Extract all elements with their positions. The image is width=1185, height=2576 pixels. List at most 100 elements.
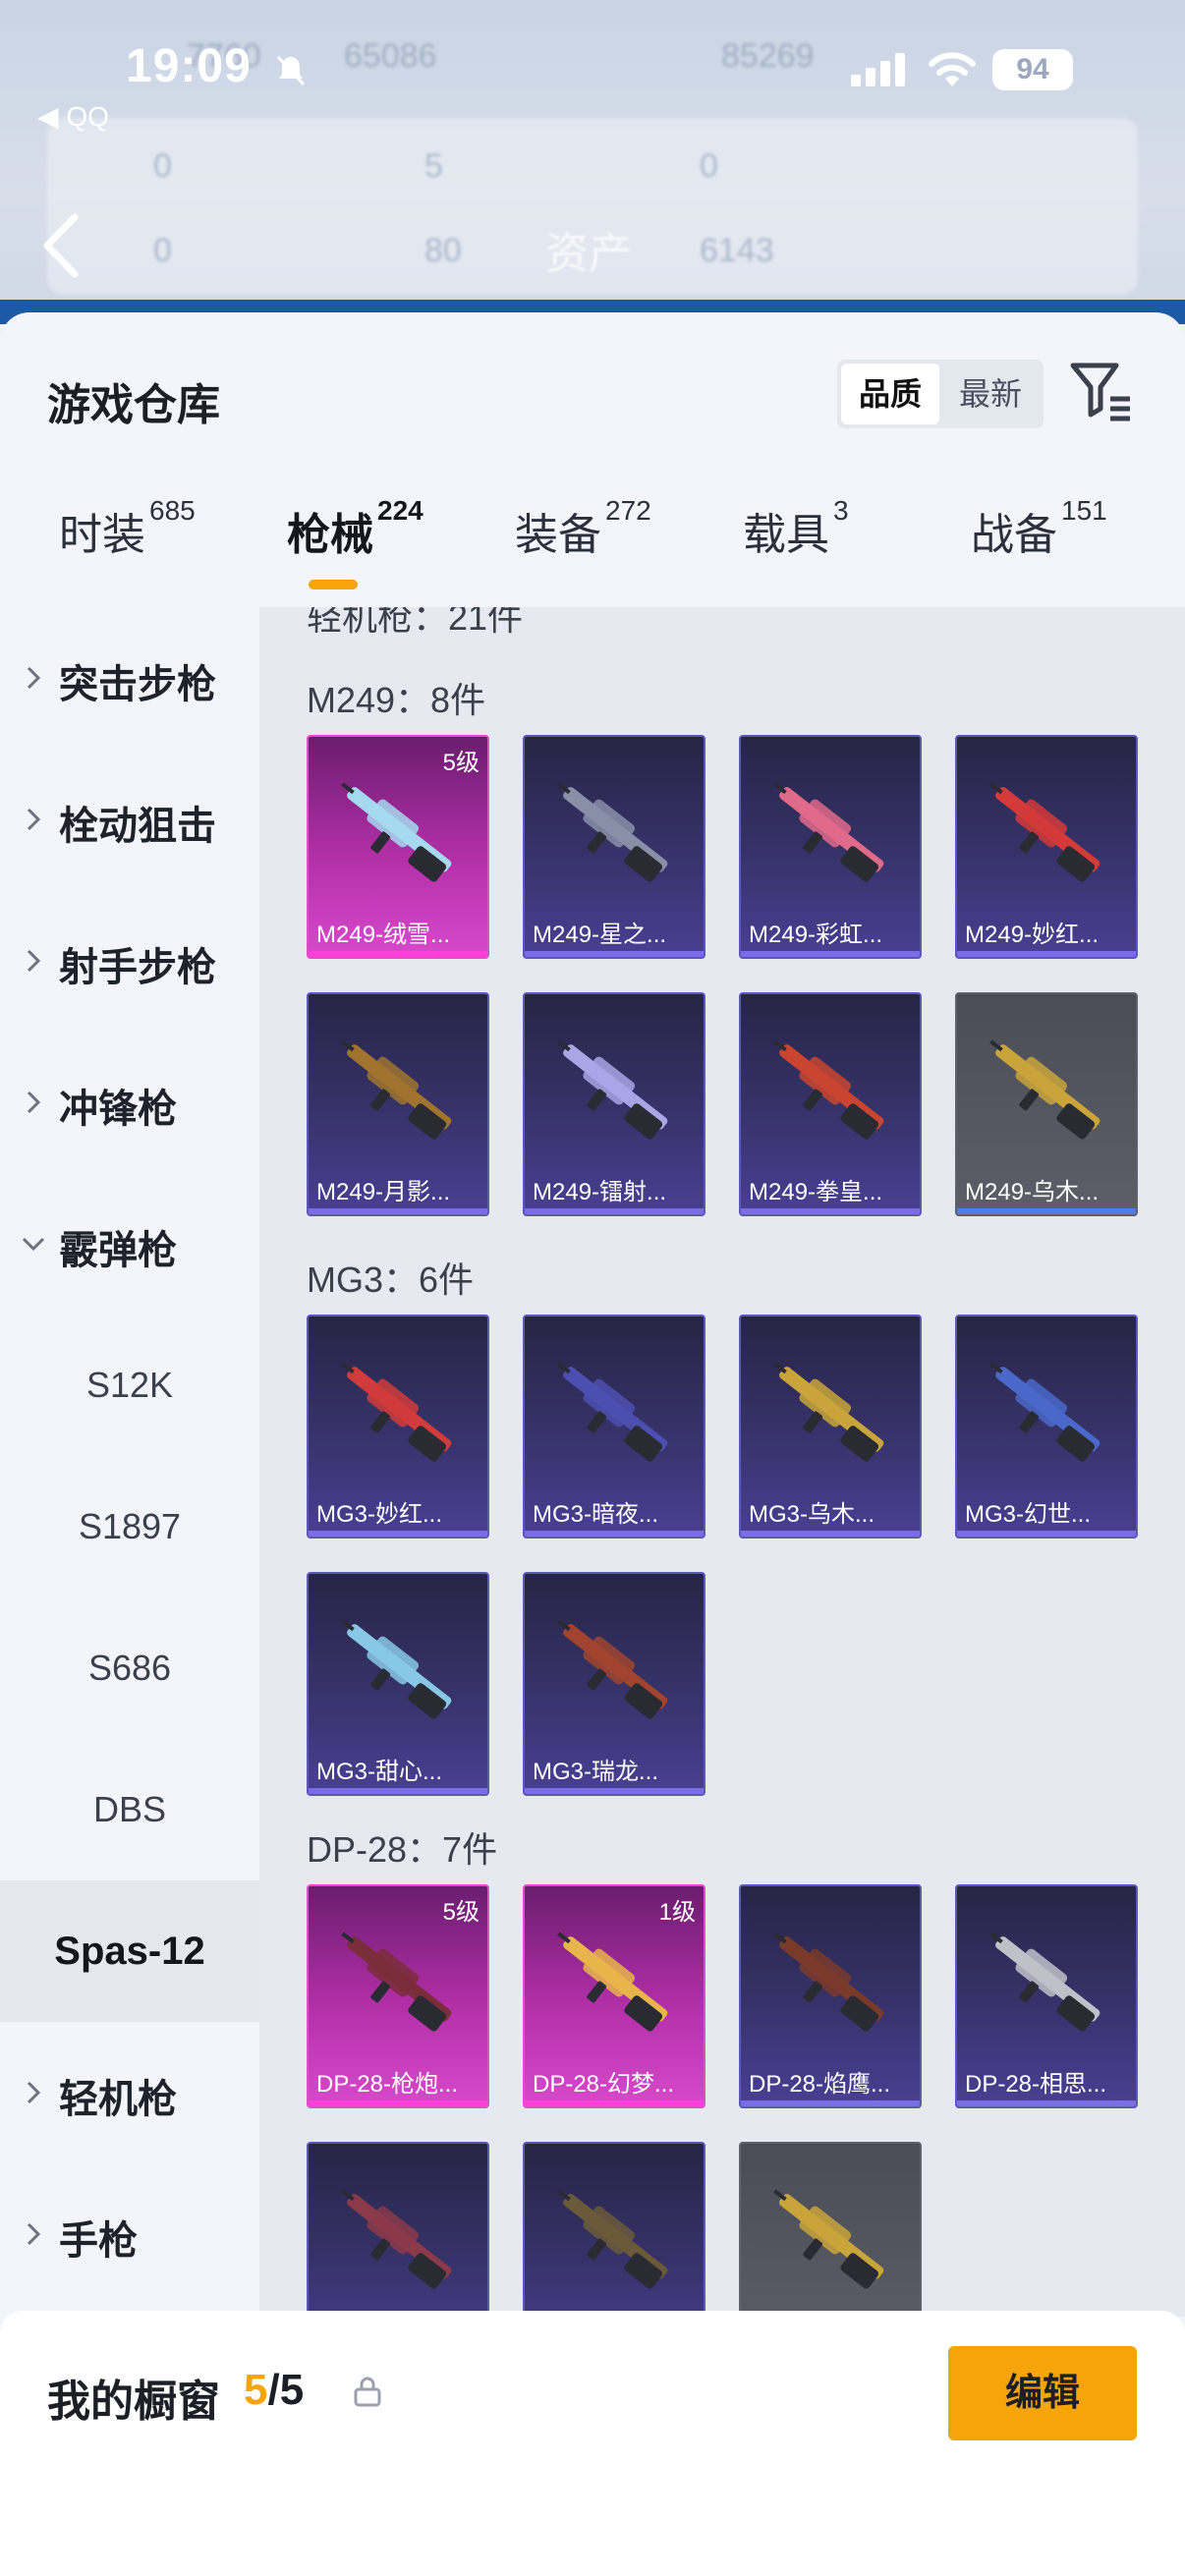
- weapon-type-sidebar: 突击步枪 栓动狙击 射手步枪 冲锋枪 霰弹枪 S12K S1897 S686 D…: [0, 607, 259, 2317]
- weapon-image: [341, 782, 452, 882]
- sidebar-item-bolt-sniper[interactable]: 栓动狙击: [0, 749, 259, 890]
- weapon-card[interactable]: 1级 DP-28-幻梦...: [523, 1884, 705, 2108]
- sort-by-quality-button[interactable]: 品质: [841, 364, 939, 424]
- rarity-bar: [741, 2100, 920, 2106]
- tab-count: 3: [833, 495, 849, 526]
- rarity-bar: [957, 1208, 1136, 1214]
- edit-button[interactable]: 编辑: [948, 2346, 1137, 2440]
- weapon-card[interactable]: MG3-幻世...: [955, 1315, 1138, 1539]
- weapon-card[interactable]: MG3-甜心...: [307, 1572, 489, 1796]
- weapon-card[interactable]: M249-镭射...: [523, 992, 705, 1216]
- sort-toggle: 品质 最新: [837, 360, 1044, 428]
- sidebar-subitem-spas12[interactable]: Spas-12: [0, 1880, 259, 2022]
- tab-count: 151: [1061, 495, 1107, 526]
- sidebar-item-label: 射手步枪: [59, 946, 216, 989]
- section-header-dp28: DP-28：7件: [307, 1829, 498, 1870]
- sidebar-item-marksman-rifle[interactable]: 射手步枪: [0, 890, 259, 1032]
- weapon-card[interactable]: M249-乌木...: [955, 992, 1138, 1216]
- weapon-card[interactable]: M249-妙红...: [955, 735, 1138, 959]
- category-tabs: 时装685 枪械224 装备272 载具3 战备151: [0, 495, 1185, 617]
- wifi-icon: [929, 52, 976, 86]
- weapon-name: M249-月影...: [316, 1179, 451, 1205]
- sidebar-item-pistol[interactable]: 手枪: [0, 2163, 259, 2305]
- weapon-card[interactable]: 5级 DP-28-枪炮...: [307, 1884, 489, 2108]
- tab-firearms[interactable]: 枪械224: [287, 495, 423, 562]
- weapon-card[interactable]: MG3-乌木...: [739, 1315, 922, 1539]
- sort-by-newest-button[interactable]: 最新: [941, 364, 1040, 424]
- weapon-card[interactable]: M249-月影...: [307, 992, 489, 1216]
- weapon-name: MG3-妙红...: [316, 1501, 443, 1528]
- rarity-bar: [309, 2100, 487, 2106]
- active-tab-indicator: [309, 580, 358, 589]
- sidebar-subitem-s1897[interactable]: S1897: [0, 1456, 259, 1597]
- sidebar-subitem-s12k[interactable]: S12K: [0, 1315, 259, 1456]
- weapon-card[interactable]: [739, 2142, 922, 2317]
- rarity-bar: [525, 1208, 704, 1214]
- tab-fashion[interactable]: 时装685: [59, 495, 196, 562]
- showcase-count: 5/5: [244, 2366, 304, 2415]
- status-bar: 19:09 ◀ QQ 94: [0, 39, 1185, 132]
- back-to-app-link[interactable]: ◀ QQ: [37, 100, 109, 133]
- sidebar-subitem-dbs[interactable]: DBS: [0, 1739, 259, 1880]
- rarity-bar: [741, 1208, 920, 1214]
- lock-icon: [354, 2377, 381, 2407]
- weapon-image: [557, 1362, 668, 1462]
- tab-label: 载具: [743, 511, 829, 559]
- rarity-bar: [525, 2100, 704, 2106]
- weapon-card[interactable]: DP-28-焰鹰...: [739, 1884, 922, 2108]
- warehouse-sheet: 游戏仓库 品质 最新 时装685 枪械224 装备272 载具3 战备151 突…: [0, 312, 1185, 2576]
- weapon-card[interactable]: MG3-暗夜...: [523, 1315, 705, 1539]
- ghost-value: 0: [153, 147, 172, 185]
- battery-indicator: 94: [992, 49, 1073, 90]
- weapon-card[interactable]: [307, 2142, 489, 2317]
- sidebar-subitem-s686[interactable]: S686: [0, 1597, 259, 1739]
- weapon-card[interactable]: M249-星之...: [523, 735, 705, 959]
- sidebar-item-assault-rifle[interactable]: 突击步枪: [0, 607, 259, 749]
- rarity-bar: [741, 951, 920, 957]
- weapon-card[interactable]: [523, 2142, 705, 2317]
- chevron-right-icon: [27, 1091, 41, 1114]
- rarity-bar: [741, 1531, 920, 1537]
- sidebar-item-shotgun[interactable]: 霰弹枪: [0, 1173, 259, 1315]
- weapon-image: [989, 1362, 1100, 1462]
- rarity-bar: [525, 951, 704, 957]
- sidebar-item-lmg[interactable]: 轻机枪: [0, 2022, 259, 2163]
- back-arrow-icon[interactable]: [39, 211, 83, 280]
- chevron-down-icon: [22, 1237, 45, 1252]
- rarity-bar: [309, 951, 487, 957]
- tab-vehicles[interactable]: 载具3: [743, 495, 849, 562]
- tab-supplies[interactable]: 战备151: [971, 495, 1107, 562]
- showcase-panel: 我的橱窗 5/5 编辑: [0, 2311, 1185, 2576]
- sidebar-item-label: 冲锋枪: [59, 1088, 177, 1131]
- ghost-value: 5: [424, 147, 443, 185]
- status-time: 19:09: [126, 40, 252, 92]
- rarity-bar: [957, 1531, 1136, 1537]
- weapon-card[interactable]: DP-28-相思...: [955, 1884, 1138, 2108]
- weapon-image: [773, 1039, 884, 1140]
- tab-label: 时装: [59, 511, 145, 559]
- ghost-value: 6143: [700, 232, 774, 269]
- weapon-card[interactable]: MG3-妙红...: [307, 1315, 489, 1539]
- weapon-card[interactable]: M249-彩虹...: [739, 735, 922, 959]
- sidebar-item-smg[interactable]: 冲锋枪: [0, 1032, 259, 1173]
- weapon-image: [341, 1932, 452, 2032]
- weapon-level-badge: 5级: [442, 750, 480, 776]
- weapon-image: [989, 1039, 1100, 1140]
- ghost-value: 0: [700, 147, 718, 185]
- weapon-card[interactable]: 5级 M249-绒雪...: [307, 735, 489, 959]
- weapon-name: M249-星之...: [533, 922, 667, 948]
- tab-count: 685: [149, 495, 196, 526]
- filter-icon[interactable]: [1069, 360, 1134, 424]
- tab-equipment[interactable]: 装备272: [515, 495, 651, 562]
- weapon-image: [773, 782, 884, 882]
- weapon-image: [773, 1362, 884, 1462]
- page-title: 游戏仓库: [47, 381, 220, 429]
- weapon-name: MG3-乌木...: [749, 1501, 875, 1528]
- weapon-card[interactable]: M249-拳皇...: [739, 992, 922, 1216]
- rarity-bar: [309, 1208, 487, 1214]
- weapon-image: [773, 1932, 884, 2032]
- weapon-level-badge: 1级: [658, 1899, 696, 1926]
- ghost-value: 80: [424, 232, 462, 269]
- weapon-name: DP-28-相思...: [965, 2071, 1107, 2098]
- weapon-card[interactable]: MG3-瑞龙...: [523, 1572, 705, 1796]
